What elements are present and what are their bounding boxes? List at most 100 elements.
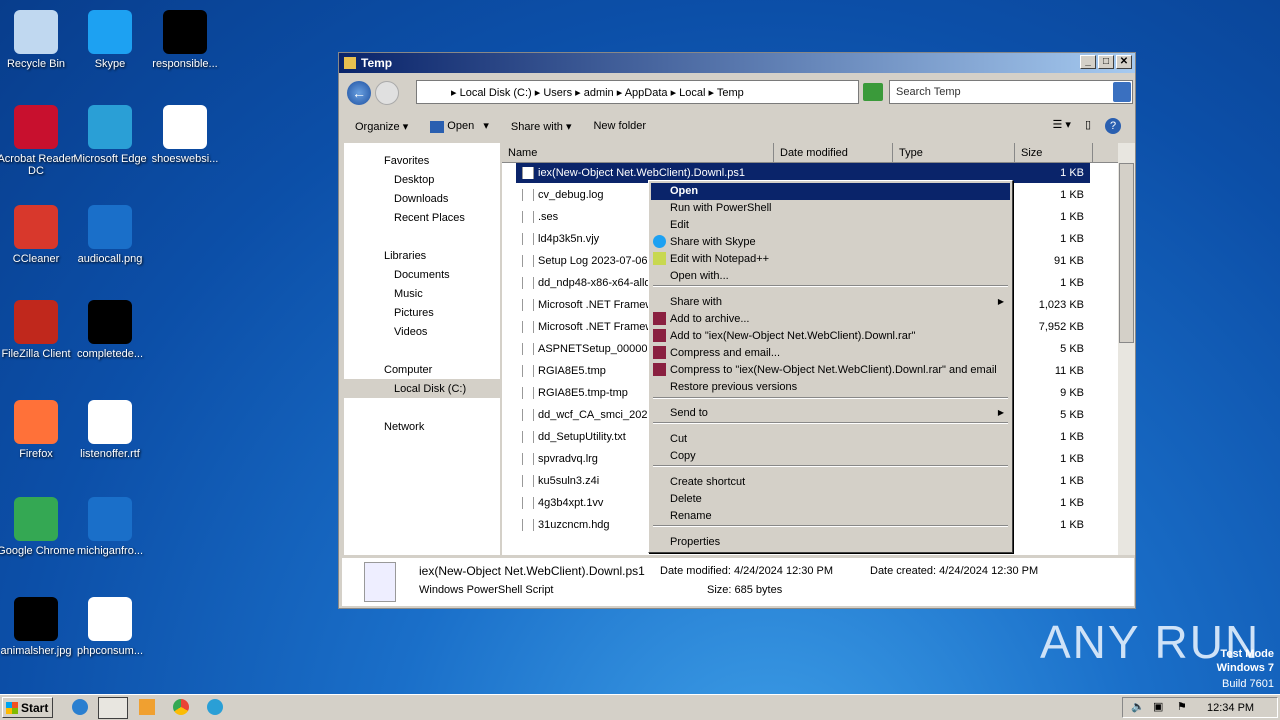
column-date-modified[interactable]: Date modified — [774, 143, 893, 162]
nav-downloads[interactable]: Downloads — [394, 193, 448, 205]
menu-item-edit-with-notepadpp[interactable]: Edit with Notepad++ — [651, 251, 1010, 268]
file-name-text: Setup Log 2023-07-06 — [538, 255, 648, 267]
flag-icon[interactable]: ⚑ — [1177, 700, 1187, 713]
taskbar: Start 🔈 ▣ ⚑ 12:34 PM — [0, 694, 1280, 720]
nav-documents[interactable]: Documents — [394, 269, 450, 281]
menu-item-label: Compress to "iex(New-Object Net.WebClien… — [670, 364, 997, 376]
vertical-scrollbar[interactable] — [1118, 143, 1135, 555]
desktop-icon[interactable]: audiocall.png — [70, 205, 150, 265]
file-icon — [522, 365, 534, 377]
edge-icon[interactable] — [207, 699, 223, 715]
menu-item-share-with[interactable]: Share with ▶ — [651, 294, 1010, 311]
back-button[interactable]: ← — [347, 81, 371, 105]
desktop-icon[interactable]: listenoffer.rtf — [70, 400, 150, 460]
breadcrumb-item[interactable]: admin — [584, 87, 614, 99]
menu-item-send-to[interactable]: Send to ▶ — [651, 405, 1010, 422]
nav-libraries[interactable]: Libraries — [384, 250, 426, 262]
column-name[interactable]: Name — [502, 143, 774, 162]
breadcrumb-item[interactable]: Temp — [717, 87, 744, 99]
desktop-icon[interactable]: michiganfro... — [70, 497, 150, 557]
forward-button[interactable] — [375, 81, 399, 105]
nav-desktop[interactable]: Desktop — [394, 174, 434, 186]
media-player-icon[interactable] — [139, 699, 155, 715]
skype-icon — [653, 235, 666, 248]
nav-computer[interactable]: Computer — [384, 364, 432, 376]
nav-recent-places[interactable]: Recent Places — [394, 212, 465, 224]
maximize-button[interactable]: □ — [1098, 55, 1114, 69]
desktop-icon[interactable]: completede... — [70, 300, 150, 360]
breadcrumb[interactable]: ▸ Local Disk (C:) ▸ Users ▸ admin ▸ AppD… — [416, 80, 859, 104]
winrar-icon — [653, 346, 666, 359]
menu-item-add-to-rar[interactable]: Add to "iex(New-Object Net.WebClient).Do… — [651, 328, 1010, 345]
file-size: 1 KB — [1060, 277, 1084, 289]
title-bar[interactable]: Temp _ □ ✕ — [339, 53, 1135, 73]
nav-favorites[interactable]: Favorites — [384, 155, 429, 167]
search-icon[interactable] — [1113, 82, 1131, 102]
chrome-icon[interactable] — [173, 699, 189, 715]
menu-item-edit[interactable]: Edit — [651, 217, 1010, 234]
file-name-text: .ses — [538, 211, 559, 223]
menu-item-add-to-archive[interactable]: Add to archive... — [651, 311, 1010, 328]
desktop-icon[interactable]: Google Chrome — [0, 497, 76, 557]
breadcrumb-item[interactable]: Local Disk (C:) — [460, 87, 532, 99]
menu-item-share-with-skype[interactable]: Share with Skype — [651, 234, 1010, 251]
desktop-icon[interactable]: shoeswebsi... — [145, 105, 225, 165]
organize-button[interactable]: Organize ▾ — [355, 120, 408, 133]
menu-item-compress-and-email[interactable]: Compress and email... — [651, 345, 1010, 362]
nav-music[interactable]: Music — [394, 288, 423, 300]
desktop-icon[interactable]: Recycle Bin — [0, 10, 76, 70]
search-input[interactable]: Search Temp — [889, 80, 1133, 104]
desktop-icon[interactable]: Microsoft Edge — [70, 105, 150, 165]
desktop-icon-image — [163, 105, 207, 149]
menu-item-compress-to-rar-and-email[interactable]: Compress to "iex(New-Object Net.WebClien… — [651, 362, 1010, 379]
open-button[interactable]: Open ▾ — [430, 119, 489, 133]
menu-item-restore-previous-versions[interactable]: Restore previous versions — [651, 379, 1010, 396]
volume-icon[interactable]: 🔈 — [1131, 700, 1145, 713]
clock[interactable]: 12:34 PM — [1207, 702, 1254, 714]
menu-item-copy[interactable]: Copy — [651, 448, 1010, 465]
desktop-icon[interactable]: Firefox — [0, 400, 76, 460]
desktop-icon[interactable]: responsible... — [145, 10, 225, 70]
menu-item-properties[interactable]: Properties — [651, 534, 1010, 551]
new-folder-button[interactable]: New folder — [593, 120, 646, 132]
help-icon[interactable]: ? — [1105, 118, 1121, 134]
share-with-button[interactable]: Share with ▾ — [511, 120, 572, 133]
menu-item-cut[interactable]: Cut — [651, 431, 1010, 448]
column-type[interactable]: Type — [893, 143, 1015, 162]
menu-item-rename[interactable]: Rename — [651, 508, 1010, 525]
close-button[interactable]: ✕ — [1116, 55, 1132, 69]
file-icon — [522, 453, 534, 465]
breadcrumb-item[interactable]: Users — [543, 87, 572, 99]
details-modified: Date modified: 4/24/2024 12:30 PM — [660, 565, 834, 577]
preview-pane-icon[interactable]: ▯ — [1085, 118, 1091, 134]
file-icon — [522, 343, 534, 355]
menu-item-delete[interactable]: Delete — [651, 491, 1010, 508]
refresh-button[interactable] — [863, 83, 883, 101]
desktop-icon[interactable]: phpconsum... — [70, 597, 150, 657]
ie-icon[interactable] — [72, 699, 88, 715]
nav-local-disk[interactable]: Local Disk (C:) — [344, 379, 500, 398]
menu-item-run-with-powershell[interactable]: Run with PowerShell — [651, 200, 1010, 217]
nav-network[interactable]: Network — [384, 421, 424, 433]
powershell-file-icon — [364, 562, 396, 602]
nav-pictures[interactable]: Pictures — [394, 307, 434, 319]
desktop-icon[interactable]: Skype — [70, 10, 150, 70]
menu-item-open[interactable]: Open — [651, 183, 1010, 200]
network-icon[interactable]: ▣ — [1153, 700, 1163, 713]
desktop-icon[interactable]: animalsher.jpg — [0, 597, 76, 657]
menu-item-create-shortcut[interactable]: Create shortcut — [651, 474, 1010, 491]
views-icon[interactable]: ☰ ▾ — [1052, 118, 1070, 134]
column-size[interactable]: Size — [1015, 143, 1093, 162]
desktop-icon[interactable]: Acrobat Reader DC — [0, 105, 76, 177]
minimize-button[interactable]: _ — [1080, 55, 1096, 69]
explorer-taskbar-button[interactable] — [98, 697, 128, 719]
desktop-icon[interactable]: CCleaner — [0, 205, 76, 265]
desktop-icon[interactable]: FileZilla Client — [0, 300, 76, 360]
breadcrumb-item[interactable]: AppData — [625, 87, 668, 99]
nav-videos[interactable]: Videos — [394, 326, 427, 338]
start-button[interactable]: Start — [2, 697, 53, 718]
file-name-text: ku5suln3.z4i — [538, 475, 600, 487]
menu-item-open-with[interactable]: Open with... — [651, 268, 1010, 285]
winrar-icon — [653, 312, 666, 325]
breadcrumb-item[interactable]: Local — [679, 87, 705, 99]
